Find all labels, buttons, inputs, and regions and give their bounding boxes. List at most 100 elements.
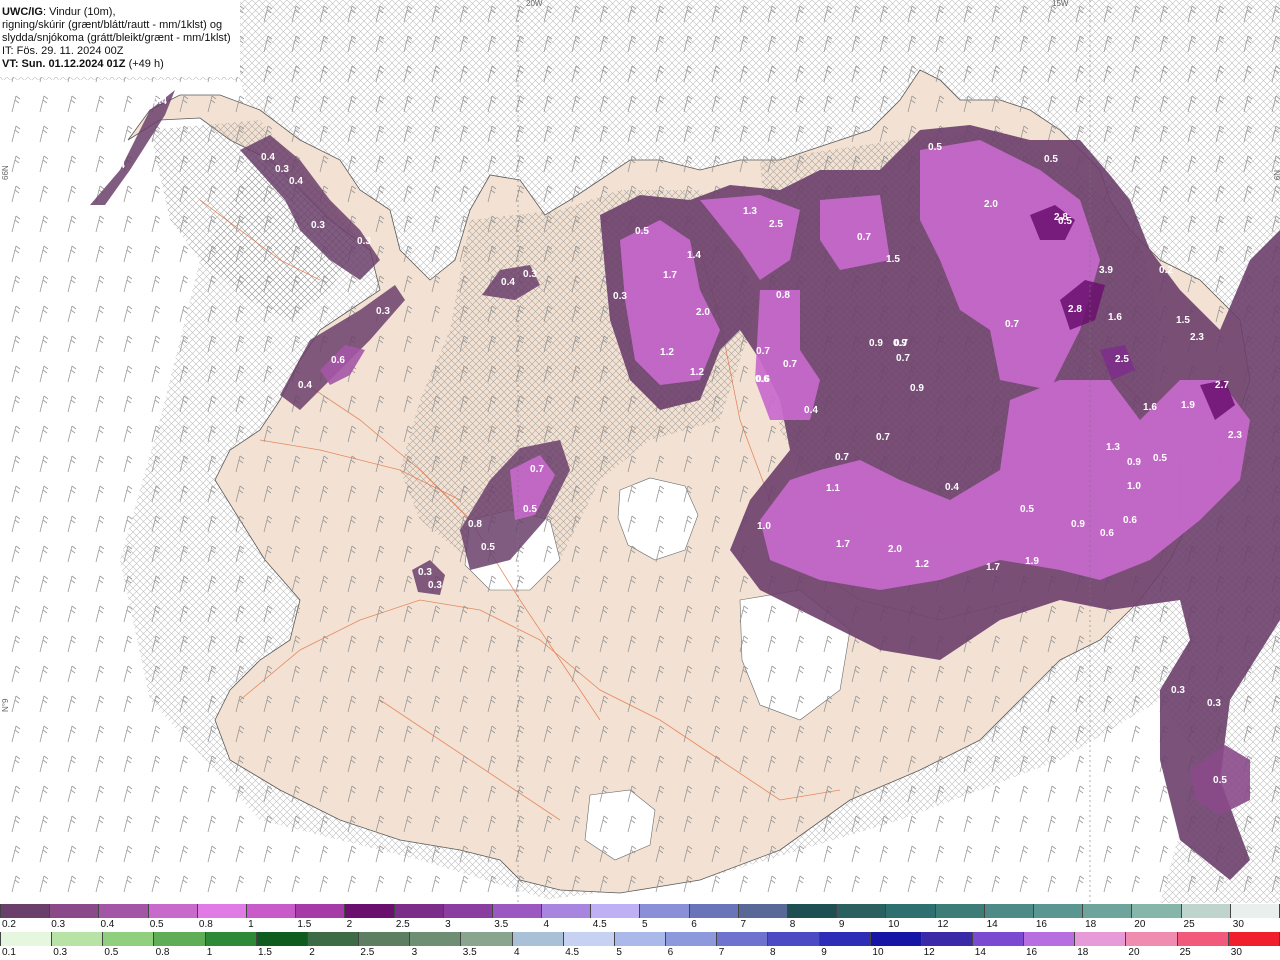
legend-snow-swatch xyxy=(935,904,985,918)
legend-rain-label: 2 xyxy=(309,947,315,958)
legend-rain-swatch xyxy=(307,932,360,946)
legend-rain-swatch xyxy=(359,932,411,946)
legend-snow-swatch xyxy=(345,904,395,918)
legend-snow-label: 0.4 xyxy=(100,919,115,930)
legend-snow-swatch xyxy=(148,904,198,918)
precip-value-label: 0.7 xyxy=(783,359,797,370)
legend-snow-label: 10 xyxy=(888,919,900,930)
legend-rain-swatch xyxy=(52,932,104,946)
legend-snow-swatch xyxy=(689,904,739,918)
legend-snow-label: 3 xyxy=(445,919,451,930)
legend-rain-label: 9 xyxy=(821,947,827,958)
legend-snow-swatch xyxy=(1033,904,1084,918)
legend-rain-swatch xyxy=(1126,932,1178,946)
precip-value-label: 2.3 xyxy=(1190,332,1204,343)
legend-rain-swatch xyxy=(819,932,871,946)
legend-rain-label: 10 xyxy=(872,947,884,958)
legend-rain-swatch xyxy=(717,932,769,946)
legend-snow-swatch xyxy=(1181,904,1231,918)
legend-rain-label: 1 xyxy=(206,947,213,958)
precip-value-label: 1.3 xyxy=(1106,442,1120,453)
legend-rain-label: 18 xyxy=(1077,947,1089,958)
lat-label-left-2: N°9 xyxy=(1,698,10,712)
precip-value-label: 1.0 xyxy=(1127,481,1141,492)
precip-value-label: 0.7 xyxy=(530,464,544,475)
precip-value-label: 1.2 xyxy=(660,347,674,358)
legend-rain-swatch xyxy=(1177,932,1229,946)
legend-snow-swatch xyxy=(246,904,297,918)
info-line-4: IT: Fös. 29. 11. 2024 00Z xyxy=(2,45,124,57)
legend-snow-label: 4 xyxy=(543,919,550,930)
legend-rain-label: 16 xyxy=(1026,947,1038,958)
legend-snow-label: 16 xyxy=(1035,919,1047,930)
legend-snow-label: 1 xyxy=(248,919,254,930)
legend-snow-label: 7 xyxy=(740,919,747,930)
precip-value-label: 0.4 xyxy=(153,96,167,107)
info-line-2: rigning/skúrir (grænt/blátt/rautt - mm/1… xyxy=(2,19,223,31)
legend-rain-swatch xyxy=(768,932,820,946)
legend-snow-labels: 0.2 0.3 0.4 0.5 0.8 1 1.5 2 2.5 3 3.5 4 4.5 5 6 7 8 9 10 12… xyxy=(0,919,1280,931)
lon-label-15w: 15W xyxy=(1052,0,1069,8)
precip-value-label: 1.6 xyxy=(1143,402,1157,413)
legend-snow-label: 12 xyxy=(937,919,949,930)
precip-value-label: 0.6 xyxy=(1123,515,1137,526)
legend-rain-label: 1.5 xyxy=(258,947,272,958)
precip-value-label: 0.8 xyxy=(468,519,482,530)
precip-value-label: 2.3 xyxy=(1228,430,1242,441)
legend-snow-label: 4.5 xyxy=(592,919,607,930)
info-line-3: slydda/snjókoma (grátt/bleikt/grænt - mm… xyxy=(2,32,231,44)
legend-snow-swatch xyxy=(886,904,936,918)
legend-rain-swatch xyxy=(563,932,615,946)
precip-value-label: 0.3 xyxy=(275,164,289,175)
weather-map[interactable]: 0.40.40.40.30.40.30.30.30.60.40.40.30.70… xyxy=(0,0,1280,903)
precip-value-label: 0.9 xyxy=(910,383,924,394)
info-line-1: UWC/IG: Vindur (10m), xyxy=(2,6,116,18)
legend-rain-swatch xyxy=(410,932,462,946)
legend-rain-label: 30 xyxy=(1230,947,1242,958)
legend-snow-label: 14 xyxy=(986,919,998,930)
precip-value-label: 0.9 xyxy=(1127,457,1141,468)
legend-rain-swatch xyxy=(1075,932,1127,946)
legend-rain-label: 5 xyxy=(616,947,622,958)
legend-rain-label: 20 xyxy=(1128,947,1140,958)
legend-rain-row xyxy=(0,932,1280,946)
info-line-5: VT: Sun. 01.12.2024 01Z (+49 h) xyxy=(2,58,164,70)
legend-snow-swatch xyxy=(640,904,690,918)
legend-snow-label: 6 xyxy=(691,919,697,930)
precip-value-label: 0.6 xyxy=(331,355,345,366)
legend-snow-row xyxy=(0,904,1280,918)
precip-value-label: 3.9 xyxy=(1099,265,1113,276)
precip-value-label: 0.5 xyxy=(928,142,942,153)
legend-snow-swatch xyxy=(443,904,493,918)
precip-value-label: 0.5 xyxy=(523,504,537,515)
legend-rain-label: 0.8 xyxy=(155,947,170,958)
legend-rain-label: 8 xyxy=(770,947,776,958)
legend-rain-swatch xyxy=(972,932,1025,946)
lat-label-right: N9 xyxy=(1272,170,1280,181)
legend-snow-label: 5 xyxy=(642,919,648,930)
legend-rain-label: 3 xyxy=(411,947,418,958)
legend-snow-swatch xyxy=(591,904,641,918)
info-box: UWC/IG: Vindur (10m), rigning/skúrir (gr… xyxy=(0,0,240,77)
precip-value-label: 0.4 xyxy=(111,160,125,171)
precip-value-label: 2.0 xyxy=(984,199,998,210)
legend-snow-swatch xyxy=(837,904,887,918)
legend-rain-label: 3.5 xyxy=(462,947,477,958)
precip-value-label: 0.3 xyxy=(376,306,390,317)
precip-value-label: 0.3 xyxy=(1207,698,1221,709)
legend-rain-label: 4 xyxy=(514,947,520,958)
precip-value-label: 1.1 xyxy=(826,483,840,494)
legend-rain-swatch xyxy=(870,932,922,946)
legend-rain-label: 6 xyxy=(667,947,674,958)
legend-rain-label: 25 xyxy=(1179,947,1191,958)
legend-snow-swatch xyxy=(738,904,788,918)
precip-value-label: 2.0 xyxy=(696,307,710,318)
legend-snow-swatch xyxy=(1230,904,1280,918)
precip-value-label: 0.5 xyxy=(481,542,495,553)
precip-value-label: 0.5 xyxy=(1020,504,1034,515)
precip-value-label: 0.9 xyxy=(1071,519,1085,530)
legend-snow-swatch xyxy=(50,904,100,918)
legend-rain-swatch xyxy=(205,932,257,946)
legend-snow-swatch xyxy=(296,904,346,918)
precip-value-label: 1.2 xyxy=(915,559,929,570)
